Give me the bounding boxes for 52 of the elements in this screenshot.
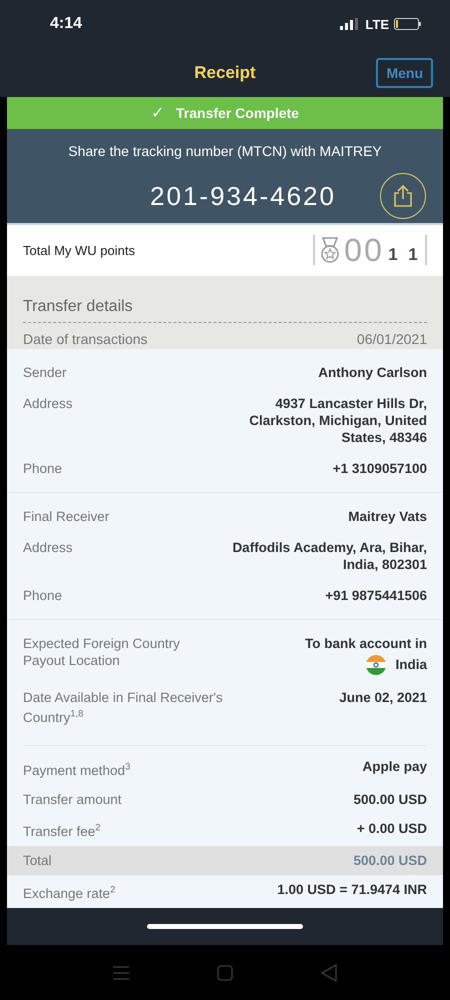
row-value: 1.00 USD = 71.9474 INR [277, 881, 427, 898]
clock-time: 4:14 [50, 15, 82, 33]
row-label: Exchange rate$^{2}$ [23, 883, 116, 902]
check-icon: ✓ [151, 103, 164, 124]
tracking-number: 201-934-4620 [150, 180, 336, 212]
row-label: Sender [23, 364, 67, 381]
row-value: 4937 Lancaster Hills Dr, Clarkston, Michigan, United States, 48346 [248, 394, 427, 446]
row-label: Payment method$^{3}$ [23, 760, 130, 779]
tracking-message: Share the tracking number (MTCN) with MAITREY [68, 143, 382, 160]
row-value: 500.00 USD [353, 790, 427, 808]
row-label: Transfer fee$^{2}$ [23, 822, 101, 840]
share-icon [392, 184, 414, 208]
points-digit: 0 [364, 232, 382, 269]
country-name: India [395, 656, 427, 674]
row-value: Daffodils Academy, Ara, Bihar, India, 802301 [231, 538, 427, 573]
row-label: Address [23, 394, 73, 412]
row-label: Date Available in Final Receiver's Country$^{1,8}$ [23, 688, 223, 726]
battery-icon [394, 18, 422, 30]
row-value: +91 9875441506 [325, 586, 427, 604]
network-type: LTE [365, 16, 389, 32]
points-digit: 1 [407, 245, 419, 266]
share-button[interactable] [380, 173, 426, 220]
row-value: To bank account in [304, 634, 427, 652]
row-value: 500.00 USD [353, 852, 427, 870]
row-value: Maitrey Vats [348, 508, 427, 525]
row-label: Expected Foreign Country Payout Location [23, 634, 181, 669]
points-digit: 0 [344, 232, 362, 269]
row-label: Date of transactions [23, 330, 148, 347]
section-title: Transfer details [23, 298, 427, 323]
banner-text: Transfer Complete [176, 105, 299, 122]
back-icon[interactable] [321, 964, 337, 982]
page-title: Receipt [194, 62, 256, 82]
points-digit: 1 [387, 245, 399, 266]
row-label: Total [23, 852, 52, 870]
row-value: June 02, 2021 [339, 688, 427, 706]
row-label: Phone [23, 586, 62, 604]
menu-icon[interactable] [113, 966, 129, 980]
row-value: Anthony Carlson [318, 364, 427, 381]
row-value: Apple pay [362, 758, 427, 776]
row-label: Phone [23, 460, 62, 477]
row-label: Final Receiver [23, 508, 110, 525]
signal-icon [340, 18, 360, 30]
home-icon[interactable] [217, 964, 233, 980]
menu-button[interactable]: Menu [376, 58, 433, 88]
row-value: + 0.00 USD [356, 820, 427, 837]
india-flag-icon [366, 654, 386, 675]
row-value: +1 3109057100 [332, 460, 427, 477]
row-label: Transfer amount [23, 790, 122, 808]
home-indicator[interactable] [147, 924, 303, 929]
row-value: 06/01/2021 [356, 330, 427, 347]
row-label: Address [23, 538, 73, 556]
points-label: Total My WU points [23, 242, 135, 258]
